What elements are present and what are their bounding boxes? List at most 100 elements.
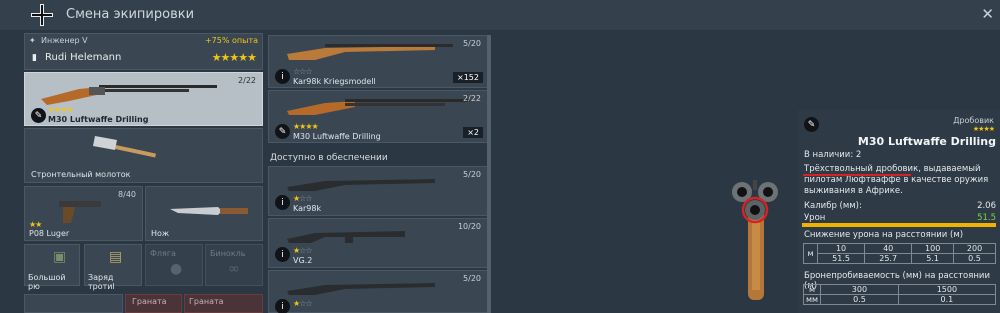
item-count: ×152	[453, 72, 483, 83]
hammer-icon	[93, 136, 156, 158]
melee-slot[interactable]: Стронтельный молоток	[24, 128, 263, 183]
soldier-icon: ▮	[32, 53, 37, 63]
close-icon[interactable]: ✕	[981, 5, 994, 23]
falloff-value: 25.7	[864, 253, 913, 264]
penetration-distance: 1500	[897, 284, 997, 295]
item-stars: ★★★★	[293, 122, 319, 131]
info-icon: i	[275, 69, 290, 84]
backpack-name: Большой рю	[28, 273, 66, 291]
falloff-value: 51.5	[816, 253, 866, 264]
binoculars-name: Бинокль	[210, 249, 246, 258]
grenade-2-name: Граната	[189, 297, 224, 306]
backpack-icon: ▣	[53, 249, 67, 265]
falloff-table: м 10 40 100 200 51.5 25.7 5.1 0.5	[803, 243, 996, 264]
title-bar: Смена экипировки ✕	[0, 0, 1000, 30]
weapon-stars: ★★★★	[972, 125, 995, 133]
item-stars: ☆☆☆	[293, 67, 312, 76]
weapon-title: M30 Luftwaffe Drilling	[857, 135, 996, 148]
item-ammo: 5/20	[463, 274, 481, 283]
kar98k-rifle-icon	[287, 179, 435, 191]
info-icon: i	[275, 195, 290, 210]
damage-value: 51.5	[977, 213, 996, 223]
info-icon: i	[275, 247, 290, 262]
weapon-stock: В наличии: 2	[804, 150, 862, 160]
penetration-value: 0.1	[897, 294, 997, 305]
weapon-details-panel: ✎ Дробовик ★★★★ M30 Luftwaffe Drilling В…	[798, 110, 1000, 313]
knife-icon	[170, 207, 248, 215]
penetration-unit-m: м	[802, 284, 822, 295]
weapon-type: Дробовик	[953, 116, 994, 125]
grenade-slot-2[interactable]: Граната	[184, 294, 263, 313]
damage-bar	[802, 223, 996, 227]
grenade-1-name: Граната	[132, 297, 167, 306]
item-ammo: 5/20	[463, 39, 481, 48]
primary-upgrade-icon: ✎	[31, 108, 46, 123]
flask-slot[interactable]: Фляга ●	[145, 244, 203, 286]
binoculars-slot[interactable]: Бинокль ∞	[205, 244, 263, 286]
binoculars-icon: ∞	[228, 261, 240, 277]
damage-label: Урон	[804, 213, 826, 223]
grenade-slot-1[interactable]: Граната	[125, 294, 182, 313]
explosive-slot[interactable]: ▤ Заряд тротиl	[84, 244, 142, 291]
penetration-value: 0.5	[820, 294, 899, 305]
knife-name: Нож	[151, 229, 170, 238]
upgrade-icon: ✎	[275, 124, 290, 139]
knife-slot[interactable]: Нож	[145, 186, 263, 241]
falloff-value: 5.1	[911, 253, 955, 264]
soldier-card[interactable]: ✦ Инженер V +75% опыта ▮ Rudi Helemann ★…	[24, 33, 263, 70]
rifle-icon	[287, 283, 435, 295]
drilling-shotgun-icon	[287, 99, 470, 115]
falloff-distance: 100	[911, 243, 955, 254]
falloff-distance: 10	[816, 243, 866, 254]
item-name: M30 Luftwaffe Drilling	[293, 132, 381, 141]
item-ammo: 10/20	[457, 222, 481, 231]
melee-name: Стронтельный молоток	[31, 170, 131, 179]
item-name: Kar98k	[293, 204, 322, 213]
penetration-distance: 300	[820, 284, 899, 295]
item-name: Kar98k Kriegsmodell	[293, 77, 376, 86]
caliber-value: 2.06	[977, 201, 996, 211]
kar98k-rifle-icon	[287, 44, 453, 60]
weapon-type-icon: ✎	[804, 117, 819, 132]
primary-ammo: 2/22	[238, 76, 256, 85]
falloff-distance: 200	[953, 243, 996, 254]
backpack-slot[interactable]: ▣ Большой рю	[24, 244, 80, 291]
weapon-3d-preview[interactable]	[720, 180, 790, 300]
item-name: VG.2	[293, 256, 313, 265]
weapon-list-item[interactable]: 2/22 ✎ ★★★★ M30 Luftwaffe Drilling ×2	[268, 90, 490, 143]
sidearm-ammo: 8/40	[118, 190, 136, 199]
section-header: Доступно в обеспечении	[270, 153, 388, 163]
weapon-description: Трёхствольный дробовик, выдаваемый пилот…	[804, 164, 989, 196]
soldier-role: Инженер V	[41, 36, 88, 45]
iron-cross-icon	[31, 4, 53, 26]
role-icon: ✦	[29, 36, 36, 45]
caliber-label: Калибр (мм):	[804, 201, 862, 211]
info-icon: i	[275, 299, 290, 313]
weapon-list-item[interactable]: 5/20 i ★☆☆	[268, 270, 490, 313]
description-underline	[803, 174, 911, 176]
explosive-name: Заряд тротиl	[88, 273, 115, 291]
exp-bonus: +75% опыта	[204, 36, 258, 45]
drilling-shotgun-icon	[41, 85, 217, 105]
window-title: Смена экипировки	[66, 7, 195, 22]
item-ammo: 2/22	[463, 94, 481, 103]
penetration-table: м 300 1500 мм 0.5 0.1	[802, 284, 997, 305]
primary-stars: ★★★★	[48, 105, 74, 114]
luger-pistol-icon	[59, 201, 101, 223]
weapon-list-item[interactable]: 5/20 i ★☆☆ Kar98k	[268, 166, 490, 216]
weapon-list-item[interactable]: 5/20 i ☆☆☆ Kar98k Kriegsmodell ×152	[268, 35, 490, 88]
weapon-list-item[interactable]: 10/20 i ★☆☆ VG.2	[268, 218, 490, 268]
item-stars: ★☆☆	[293, 299, 313, 308]
item-stars: ★☆☆	[293, 194, 313, 203]
primary-weapon-slot[interactable]: 2/22 ✎ ★★★★ M30 Luftwaffe Drilling	[24, 72, 263, 126]
soldier-rank-stars: ★★★★★	[211, 51, 257, 64]
item-count: ×2	[463, 127, 483, 138]
vg2-rifle-icon	[287, 231, 405, 243]
primary-name: M30 Luftwaffe Drilling	[48, 115, 149, 124]
extra-slot[interactable]	[24, 294, 123, 313]
sidearm-stars: ★★	[29, 220, 42, 229]
weapon-list-scrollbar[interactable]	[487, 35, 491, 313]
sidearm-slot[interactable]: 8/40 ★★ P08 Luger	[24, 186, 143, 241]
item-ammo: 5/20	[463, 170, 481, 179]
falloff-distance: 40	[864, 243, 913, 254]
